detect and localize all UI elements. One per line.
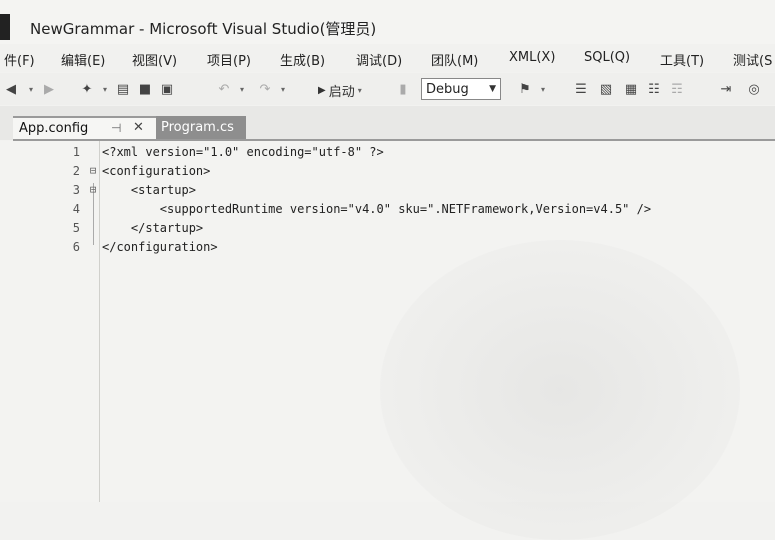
menu-xml[interactable]: XML(X) (509, 50, 555, 65)
line-number: 6 (72, 240, 80, 254)
comment-icon[interactable]: ☰ (572, 80, 590, 98)
new-project-dropdown-icon[interactable]: ▾ (96, 80, 114, 98)
menu-debug[interactable]: 调试(D) (356, 50, 402, 69)
chevron-down-icon: ▼ (489, 84, 496, 94)
indent-icon[interactable]: ⇥ (717, 80, 735, 98)
redo-icon[interactable]: ↷ (256, 80, 274, 98)
tab-program-cs[interactable]: Program.cs (156, 116, 246, 140)
menu-team[interactable]: 团队(M) (431, 50, 478, 69)
code-text[interactable]: <?xml version="1.0" encoding="utf-8" ?> (102, 145, 384, 159)
line-number: 3 (72, 183, 80, 197)
outline-toggle-icon[interactable]: ☶ (668, 80, 686, 98)
start-debug-button[interactable]: ▶ 启动 ▾ (318, 79, 362, 101)
menu-file[interactable]: 件(F) (4, 50, 35, 69)
collapse-icon[interactable]: ⊟ (87, 164, 99, 177)
menu-view[interactable]: 视图(V) (132, 50, 177, 69)
outline-icon[interactable]: ☷ (645, 80, 663, 98)
forward-icon[interactable]: ▶ (40, 80, 58, 98)
solution-configuration-value: Debug (426, 81, 469, 97)
find-dropdown-icon[interactable]: ▾ (534, 80, 552, 98)
code-line: 1 <?xml version="1.0" encoding="utf-8" ?… (0, 145, 775, 164)
tab-app-config-label: App.config (19, 121, 89, 136)
save-all-icon[interactable]: ▣ (158, 80, 176, 98)
bookmark-icon[interactable]: ▧ (597, 80, 615, 98)
code-text[interactable]: <supportedRuntime version="v4.0" sku=".N… (102, 202, 651, 216)
tab-program-cs-label: Program.cs (161, 120, 234, 135)
undo-dropdown-icon[interactable]: ▾ (233, 80, 251, 98)
menu-project[interactable]: 项目(P) (207, 50, 251, 69)
code-text[interactable]: <configuration> (102, 164, 210, 178)
undo-icon[interactable]: ↶ (215, 80, 233, 98)
find-icon[interactable]: ⚑ (516, 80, 534, 98)
start-dropdown-icon: ▾ (357, 85, 362, 95)
background-watermark (380, 240, 740, 540)
solution-configuration-select[interactable]: Debug ▼ (421, 78, 501, 100)
menu-tools[interactable]: 工具(T) (660, 50, 704, 69)
close-icon[interactable]: ✕ (133, 120, 144, 135)
code-line: 5 </startup> (0, 221, 775, 240)
line-number: 5 (72, 221, 80, 235)
code-text[interactable]: </startup> (102, 221, 203, 235)
open-icon[interactable]: ▤ (114, 80, 132, 98)
window-title: NewGrammar - Microsoft Visual Studio(管理员… (30, 20, 377, 38)
redo-dropdown-icon[interactable]: ▾ (274, 80, 292, 98)
new-project-icon[interactable]: ✦ (78, 80, 96, 98)
save-icon[interactable]: ■ (136, 80, 154, 98)
line-number: 1 (72, 145, 80, 159)
back-dropdown-icon[interactable]: ▾ (22, 80, 40, 98)
back-icon[interactable]: ◀ (2, 80, 20, 98)
start-label: 启动 (328, 84, 355, 100)
tab-app-config[interactable]: App.config ⊣ ✕ (13, 116, 156, 140)
code-text[interactable]: </configuration> (102, 240, 218, 254)
line-number: 2 (72, 164, 80, 178)
code-line: 3 ⊟ <startup> (0, 183, 775, 202)
menu-edit[interactable]: 编辑(E) (61, 50, 105, 69)
pin-icon[interactable]: ⊣ (111, 121, 121, 135)
code-line: 4 <supportedRuntime version="v4.0" sku="… (0, 202, 775, 221)
menu-build[interactable]: 生成(B) (280, 50, 325, 69)
menu-test[interactable]: 测试(S (733, 50, 772, 69)
code-text[interactable]: <startup> (102, 183, 196, 197)
vs-logo-icon (0, 14, 10, 40)
code-line: 6 </configuration> (0, 240, 775, 259)
collapse-icon[interactable]: ⊟ (87, 183, 99, 196)
code-line: 2 ⊟ <configuration> (0, 164, 775, 183)
format-icon[interactable]: ▦ (622, 80, 640, 98)
line-number: 4 (72, 202, 80, 216)
step-icon[interactable]: ▮ (394, 80, 412, 98)
menu-sql[interactable]: SQL(Q) (584, 50, 630, 65)
play-icon: ▶ (318, 84, 326, 96)
more-tools-icon[interactable]: ◎ (745, 80, 763, 98)
